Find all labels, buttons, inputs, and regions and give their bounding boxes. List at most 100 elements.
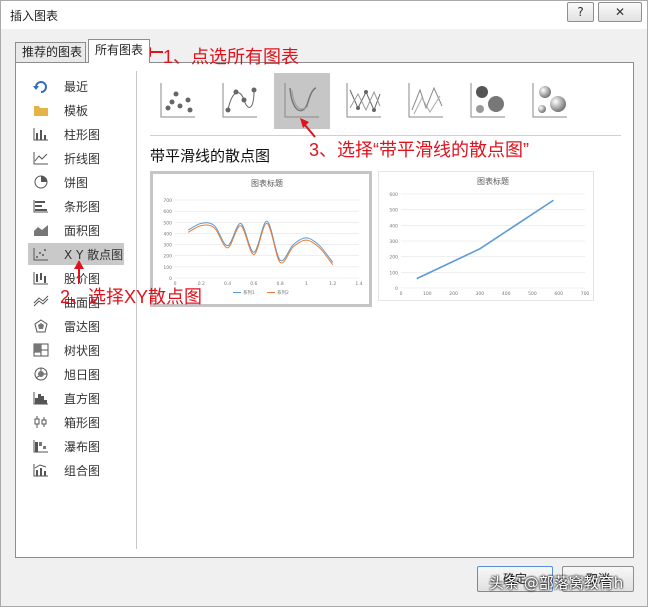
scatter-straight-lines-icon [406,80,446,123]
tab-recommended-charts[interactable]: 推荐的图表 [15,42,86,62]
annotation-step-1: 1、点选所有图表 [163,47,300,67]
sidebar-item-waterfall[interactable]: 瀑布图 [28,435,124,457]
x-tick-label: 1 [305,281,308,287]
sidebar-item-pie[interactable]: 饼图 [28,171,124,193]
selected-subtype-title: 带平滑线的散点图 [150,147,271,165]
y-tick-label: 400 [389,223,398,229]
x-tick-label: 500 [528,291,537,297]
pie-chart-icon [32,174,50,190]
y-tick-label: 0 [169,276,172,282]
y-tick-label: 100 [163,265,172,271]
waterfall-chart-icon [32,438,50,454]
scatter-icon [158,80,198,123]
sidebar-item-templates[interactable]: 模板 [28,99,124,121]
sidebar-item-line[interactable]: 折线图 [28,147,124,169]
y-tick-label: 200 [389,255,398,261]
x-tick-label: 0.6 [250,281,257,287]
y-tick-label: 400 [163,231,172,237]
stock-chart-icon [32,270,50,286]
sidebar-item-label: 最近 [64,79,89,94]
sidebar-item-combo[interactable]: 组合图 [28,459,124,481]
sidebar-item-label: 面积图 [64,223,101,238]
sidebar-item-histogram[interactable]: 直方图 [28,387,124,409]
line-chart-icon [32,150,50,166]
insert-chart-dialog: 插入图表 ? ✕ 推荐的图表 所有图表 最近 模板 柱形图 折线图 饼图 条形图… [0,0,648,607]
x-tick-label: 700 [581,291,590,297]
x-tick-label: 200 [449,291,458,297]
subtype-bubble[interactable] [460,73,516,129]
y-tick-label: 600 [163,209,172,215]
close-button[interactable]: ✕ [598,2,642,22]
legend-entry: 系列1 [243,289,255,296]
sidebar-item-label: 箱形图 [64,415,101,430]
y-tick-label: 100 [389,270,398,276]
scatter-straight-markers-icon [344,80,384,123]
bar-chart-icon [32,198,50,214]
sidebar-item-sunburst[interactable]: 旭日图 [28,363,124,385]
y-tick-label: 500 [163,220,172,226]
combo-chart-icon [32,462,50,478]
dialog-title: 插入图表 [10,9,59,23]
radar-chart-icon [32,318,50,334]
help-button[interactable]: ? [567,2,594,22]
x-tick-label: 0 [400,291,403,297]
surface-chart-icon [32,294,50,310]
subtype-scatter-smooth-markers[interactable] [212,73,268,129]
subtype-bubble-3d[interactable] [522,73,578,129]
sidebar-item-radar[interactable]: 雷达图 [28,315,124,337]
chart-type-list: 最近 模板 柱形图 折线图 饼图 条形图 面积图 X Y 散点图 股价图 曲面图… [16,73,136,551]
scatter-chart-icon [32,246,50,262]
chart-title: 图表标题 [251,178,283,188]
sidebar-item-bar[interactable]: 条形图 [28,195,124,217]
column-chart-icon [32,126,50,142]
sidebar-item-label: 直方图 [64,391,101,406]
sidebar-item-column[interactable]: 柱形图 [28,123,124,145]
annotation-step-2: 2、选择XY散点图 [60,287,203,307]
sidebar-item-label: 旭日图 [64,367,101,382]
sidebar-item-treemap[interactable]: 树状图 [28,339,124,361]
x-tick-label: 1.2 [329,281,336,287]
box-whisker-chart-icon [32,414,50,430]
y-tick-label: 0 [395,286,398,292]
tab-all-charts[interactable]: 所有图表 [88,39,150,63]
chart-preview-2[interactable]: 图表标题 600 500 400 300 200 100 0 0 100 200 300 400 500 6… [378,171,594,301]
area-chart-icon [32,222,50,238]
y-tick-label: 700 [163,198,172,204]
arrow-up-icon [74,260,84,283]
bubble-icon [468,80,508,123]
sidebar-item-box-whisker[interactable]: 箱形图 [28,411,124,433]
series-line-2 [187,222,334,265]
x-tick-label: 0.4 [224,281,231,287]
y-tick-label: 300 [389,239,398,245]
x-tick-label: 0.8 [277,281,284,287]
sidebar-item-area[interactable]: 面积图 [28,219,124,241]
sidebar-item-label: 柱形图 [64,127,101,142]
series-line-1 [416,199,554,280]
bubble-3d-icon [530,80,570,123]
subtype-scatter[interactable] [150,73,206,129]
sidebar-item-label: 模板 [64,103,89,118]
y-tick-label: 500 [389,208,398,214]
scatter-smooth-markers-icon [220,80,260,123]
y-tick-label: 200 [163,254,172,260]
watermark: 头条 @部落窝教育h [489,574,624,592]
x-tick-label: 400 [502,291,511,297]
sunburst-chart-icon [32,366,50,382]
sidebar-item-label: 组合图 [64,463,101,478]
subtype-scatter-straight-markers[interactable] [336,73,392,129]
sidebar-item-recent[interactable]: 最近 [28,75,124,97]
legend-entry: 系列2 [277,289,289,296]
sidebar-item-label: 瀑布图 [64,439,101,454]
treemap-chart-icon [32,342,50,358]
sidebar-item-label: 条形图 [64,199,101,214]
y-tick-label: 300 [163,243,172,249]
histogram-chart-icon [32,390,50,406]
x-tick-label: 600 [554,291,563,297]
subtype-scatter-straight-lines[interactable] [398,73,454,129]
preview-2-chart: 图表标题 600 500 400 300 200 100 00 100 200 300 400 500 6… [389,176,590,297]
chart-title: 图表标题 [477,176,509,186]
sidebar-divider [136,71,137,549]
title-bar: 插入图表 ? ✕ [1,1,647,29]
x-tick-label: 1.4 [355,281,362,287]
x-tick-label: 100 [423,291,432,297]
